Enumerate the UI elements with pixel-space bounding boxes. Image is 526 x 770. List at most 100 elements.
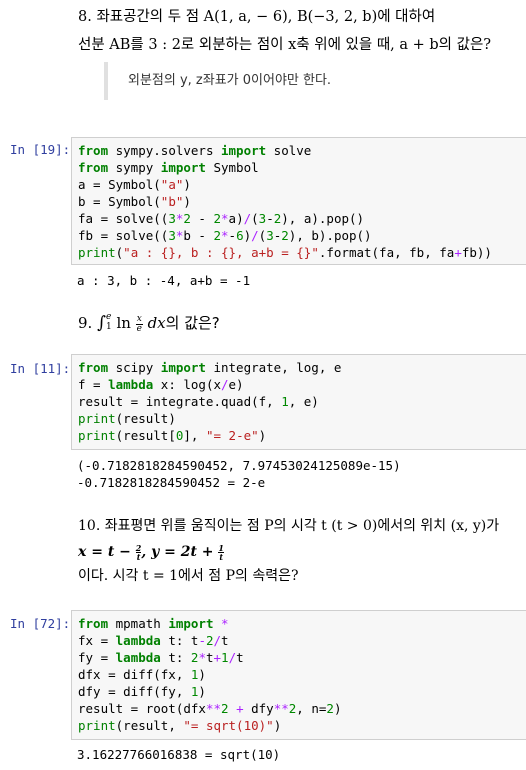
code-token: t: [160,650,191,665]
code-token: * [221,211,229,226]
code-token: Symbol [205,160,259,175]
frac2-den: t [219,551,224,562]
y-expression: , y = 2t + [141,544,219,560]
code-token: * [221,616,229,631]
code-token: x: log(x [153,377,221,392]
blockquote-note: 외분점의 y, z좌표가 0이어야만 한다. [104,62,514,100]
code-line: dfx = diff(fx, 1) [78,666,520,683]
code-token: "b" [160,194,184,209]
code-token: a) [228,211,244,226]
code-token: print [78,411,116,426]
code-token: , e) [288,394,319,409]
code-token: fa = solve(( [78,211,169,226]
code-token: ) [273,718,282,733]
code-token: .format(fa, fb, fa [318,245,455,260]
code-cell-72[interactable]: from mpmath import * fx = lambda t: t-2/t… [71,610,526,740]
code-line: fy = lambda t: 2*t+1/t [78,649,520,666]
code-token: (result, [115,718,184,733]
output-72: 3.16227766016838 = sqrt(10) [77,747,281,762]
code-token: / [221,377,229,392]
code-line: from sympy import Symbol [78,159,520,176]
code-line: print(result[0], "= 2-e") [78,427,520,444]
code-token: + [213,650,222,665]
code-line: print(result) [78,410,520,427]
code-token: print [78,718,116,733]
code-token: - [228,228,237,243]
input-prompt-11: In [11]: [10,361,71,376]
code-token: scipy [108,360,161,375]
question-8: 8. 좌표공간의 두 점 A(1, a, − 6), B(−3, 2, b)에 … [78,6,518,56]
code-token: / [228,650,237,665]
code-token: b - [183,228,214,243]
code-token: t: t [160,633,199,648]
code-cell-19[interactable]: from sympy.solvers import solve from symp… [71,137,526,265]
code-token: result = integrate.quad(f, [78,394,282,409]
code-token: from [78,360,109,375]
code-token: fb = solve(( [78,228,169,243]
code-token: 2 [221,701,229,716]
code-line: fb = solve((3*b - 2*-6)/(3-2), b).pop() [78,227,520,244]
code-token: lambda [108,377,154,392]
code-token: import [168,616,214,631]
code-line: f = lambda x: log(x/e) [78,376,520,393]
input-prompt-19: In [19]: [10,142,71,157]
code-token: fb)) [461,245,492,260]
question-10-line3: 이다. 시각 t = 1에서 점 P의 속력은? [78,568,299,584]
code-token: 1 [221,650,229,665]
code-token: ), b).pop() [288,228,372,243]
code-token: ( [251,211,259,226]
note-text: 외분점의 y, z좌표가 0이어야만 한다. [128,73,332,88]
code-token: (result[ [115,428,176,443]
code-token: dfy = diff(fy, [78,684,191,699]
question-9: 9. ∫ e 1 ln xe dx의 값은? [78,312,518,334]
code-token: f = [78,377,109,392]
code-token: 3 [168,211,176,226]
question-8-line2: 선분 AB를 3 : 2로 외분하는 점이 x축 위에 있을 때, a + b의… [78,37,492,53]
input-prompt-72: In [72]: [10,616,71,631]
code-token: ) [198,684,206,699]
code-token: import [160,160,206,175]
question-9-number: 9. [78,314,93,332]
x-expression: x = t − [78,544,136,560]
code-token: ) [198,667,206,682]
dx-text: dx [147,314,166,332]
code-token: "a" [160,177,184,192]
code-token: 6 [236,228,244,243]
code-token: / [213,633,222,648]
code-token: ) [183,177,191,192]
code-token: e) [228,377,244,392]
frac-den: e [136,323,142,334]
code-token: t [236,650,244,665]
code-token: / [251,228,259,243]
code-token: b = Symbol( [78,194,161,209]
code-token: 3 [266,228,274,243]
code-cell-11[interactable]: from scipy import integrate, log, ef = l… [71,354,526,450]
code-token: import [221,143,267,158]
code-token: "= sqrt(10)" [183,718,274,733]
question-10-line2: x = t − 2t, y = 2t + 1t [78,541,518,563]
code-token: + [454,245,462,260]
code-line: from scipy import integrate, log, e [78,359,520,376]
code-token: fy = [78,650,116,665]
code-token: ) [333,701,342,716]
code-token: sympy.solvers [108,143,221,158]
code-token: solve [266,143,312,158]
code-token: * [221,228,229,243]
code-token: fx = [78,633,116,648]
code-token: - [198,633,206,648]
code-token: ** [273,701,289,716]
code-token: / [243,211,252,226]
code-token: ) [183,194,191,209]
code-token: from [78,143,109,158]
code-token: "a : {}, b : {}, a+b = {}" [123,245,319,260]
code-line: a = Symbol("a") [78,176,520,193]
code-token: - [266,211,274,226]
code-token: 2 [205,633,214,648]
question-10-line1: 10. 좌표평면 위를 움직이는 점 P의 시각 t (t > 0)에서의 위치… [78,518,500,534]
code-token: print [78,245,116,260]
output-19: a : 3, b : -4, a+b = -1 [77,273,251,288]
code-token: 3 [168,228,176,243]
code-token: 2 [326,701,334,716]
